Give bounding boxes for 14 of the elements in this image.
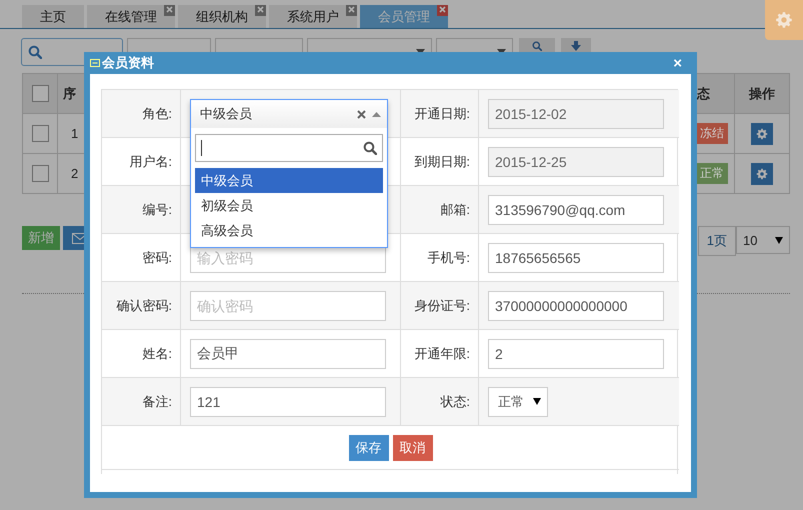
column-header: 态	[695, 74, 734, 114]
dialog-title: 会员资料	[102, 54, 154, 72]
field-label: 角色:	[102, 90, 181, 138]
column-header: 操作	[734, 74, 790, 114]
field-label: 状态:	[401, 378, 479, 426]
field-label: 编号:	[102, 186, 181, 234]
status-badge: 冻结	[696, 123, 728, 144]
field-label: 身份证号:	[401, 282, 479, 330]
field-label: 邮箱:	[401, 186, 479, 234]
field-label: 确认密码:	[102, 282, 181, 330]
field-label: 备注:	[102, 378, 181, 426]
page-count: 1页	[698, 226, 736, 256]
field-label: 开通日期:	[401, 90, 479, 138]
status-badge: 正常	[696, 163, 728, 184]
